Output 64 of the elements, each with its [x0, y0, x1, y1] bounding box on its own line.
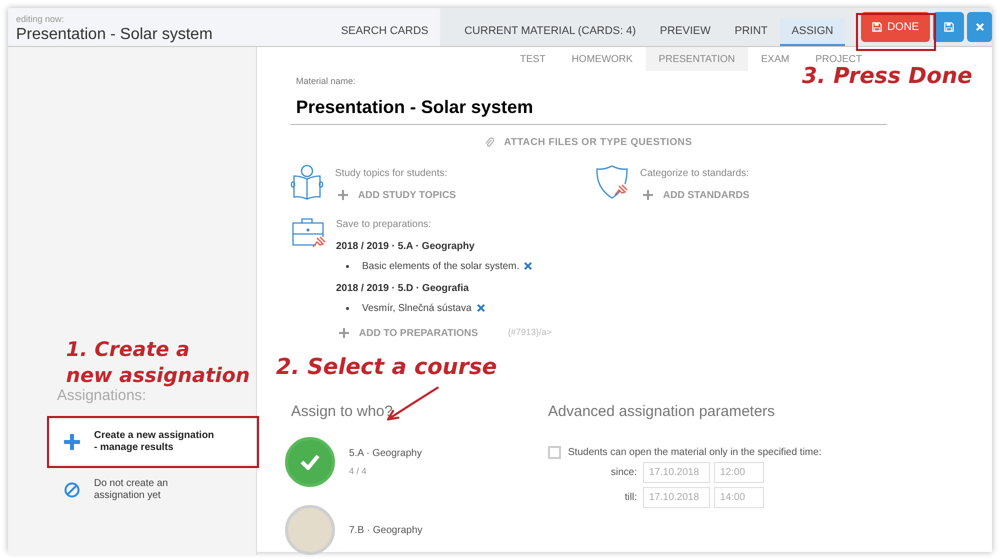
checkmark-icon	[300, 454, 320, 470]
plus-icon	[338, 190, 348, 200]
section-label: Save to preparations:	[336, 218, 432, 232]
instruction-annotation: 3. Press Done	[802, 64, 972, 90]
course-count: 4 / 4	[349, 464, 368, 478]
instruction-annotation: 2. Select a course	[276, 355, 497, 381]
add-link[interactable]: ADD TO PREPARATIONS	[339, 326, 478, 340]
time-field[interactable]: 12:00	[714, 462, 764, 483]
bullet-icon	[346, 264, 349, 268]
nav-tab[interactable]: SEARCH CARDS	[328, 18, 440, 46]
close-icon	[976, 23, 984, 31]
material-type-tab[interactable]: PRESENTATION	[646, 47, 748, 71]
remove-icon[interactable]	[524, 262, 532, 270]
preparation-item: Basic elements of the solar system.	[362, 260, 520, 274]
course-name: 5.A · Geography	[349, 446, 422, 461]
material-type-tab[interactable]: EXAM	[748, 47, 802, 71]
material-type-tab[interactable]: TEST	[507, 47, 559, 71]
material-type-tab[interactable]: HOMEWORK	[558, 47, 646, 71]
material-name-field[interactable]: Presentation - Solar system	[290, 88, 887, 124]
add-link[interactable]: ADD STANDARDS	[643, 188, 750, 202]
briefcase-pin-icon	[290, 216, 326, 248]
instruction-annotation: 1. Create a new assignation	[66, 336, 250, 388]
nav-tab[interactable]: ASSIGN	[780, 18, 846, 46]
section-heading: Assign to who?	[291, 402, 393, 422]
attach-link[interactable]: ATTACH FILES OR TYPE QUESTIONS	[504, 134, 692, 150]
field-label: till:	[624, 491, 638, 505]
done-button[interactable]: DONE	[861, 12, 930, 42]
plus-icon	[64, 434, 80, 450]
date-field[interactable]: 17.10.2018	[643, 487, 710, 508]
preparation-title: 2018 / 2019 · 5.A · Geography	[336, 240, 476, 254]
prohibited-icon	[64, 482, 80, 498]
section-label: Categorize to standards:	[640, 166, 750, 180]
assignations-heading: Assignations:	[57, 386, 146, 406]
save-button[interactable]	[933, 12, 964, 42]
time-field[interactable]: 14:00	[714, 487, 764, 508]
material-title: Presentation - Solar system	[16, 25, 214, 45]
date-field[interactable]: 17.10.2018	[643, 462, 710, 483]
save-icon	[872, 22, 882, 32]
plus-icon	[339, 328, 349, 338]
reference-code: {#7913}/a>	[508, 326, 552, 340]
add-link[interactable]: ADD STUDY TOPICS	[338, 188, 456, 202]
checkbox-label: Students can open the material only in the specified time:	[568, 446, 822, 460]
nav-tab[interactable]: PREVIEW	[648, 18, 723, 46]
field-label: since:	[610, 466, 638, 480]
bullet-icon	[346, 306, 349, 310]
preparation-title: 2018 / 2019 · 5.D · Geografia	[336, 282, 470, 296]
selected-course-avatar[interactable]	[285, 437, 335, 487]
checkbox[interactable]	[548, 446, 561, 459]
paperclip-icon	[484, 136, 494, 148]
preparation-item: Vesmír, Slnečná sústava	[362, 302, 472, 316]
close-button[interactable]	[967, 12, 992, 42]
shield-pin-icon	[595, 164, 629, 200]
save-icon	[944, 22, 954, 32]
section-label: Study topics for students:	[335, 166, 448, 180]
section-heading: Advanced assignation parameters	[548, 402, 776, 422]
editing-caption: editing now:	[16, 14, 66, 24]
course-name: 7.B · Geography	[349, 524, 422, 538]
assignation-option[interactable]: Create a new assignation - manage results	[48, 420, 256, 464]
plus-icon	[643, 190, 653, 200]
reading-person-icon	[290, 164, 324, 200]
nav-tab[interactable]: CURRENT MATERIAL (CARDS: 4)	[452, 18, 648, 46]
nav-tab[interactable]: PRINT	[722, 18, 780, 46]
remove-icon[interactable]	[476, 304, 485, 312]
assignation-option[interactable]: Do not create an assignation yet	[48, 468, 256, 512]
